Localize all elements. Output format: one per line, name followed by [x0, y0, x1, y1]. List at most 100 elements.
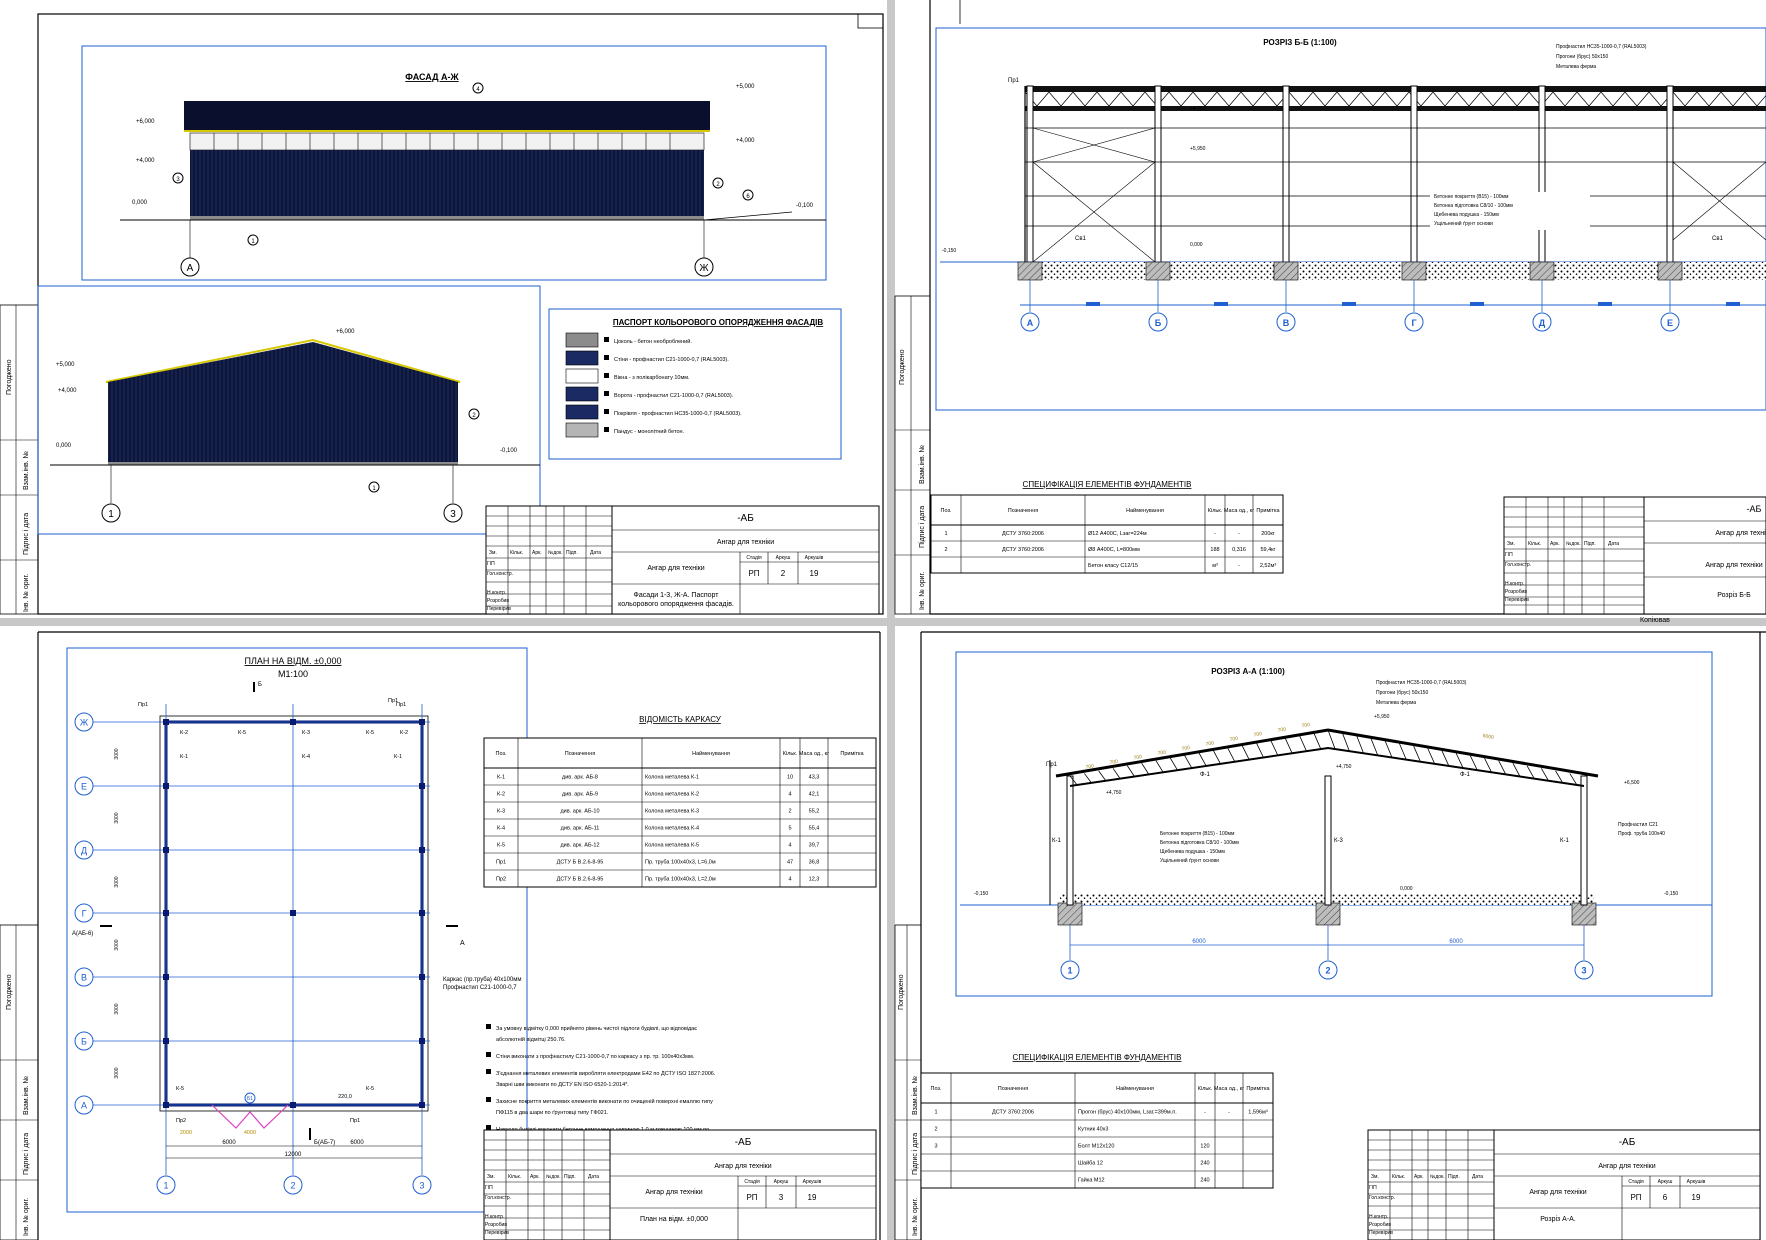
wall-cladding	[190, 150, 704, 216]
color-swatch	[565, 368, 599, 384]
title-block-col: Дата	[590, 550, 601, 556]
table-title: СПЕЦИФІКАЦІЯ ЕЛЕМЕНТІВ ФУНДАМЕНТІВ	[1013, 1053, 1182, 1062]
foundation	[1017, 261, 1043, 281]
bullet	[604, 337, 609, 342]
bullet	[486, 1097, 491, 1102]
column	[1282, 85, 1290, 263]
frame-bom-table: ВІДОМІСТЬ КАРКАСУ Поз. Позначення Найменува…	[483, 715, 877, 888]
stage-header: Стадія	[746, 555, 762, 561]
sheet-section-a-a: Погоджено Взам.інв. № Підпис і дата Інв.…	[894, 626, 1766, 1240]
sheets-header: Аркушів	[805, 555, 824, 561]
title-block-col: №док.	[548, 550, 563, 556]
axis-label: 3	[419, 1181, 424, 1191]
table-cell: Пр. труба 100х40х3, L=2,0м	[645, 877, 716, 883]
foundation	[1145, 261, 1171, 281]
wall-note: Щебенева подушка - 150мм	[1434, 212, 1499, 218]
sheet-plan: Погоджено Взам.інв. № Підпис і дата Інв.…	[0, 626, 887, 1240]
table-cell: 12,3	[809, 877, 820, 883]
table-cell: 3	[934, 1144, 937, 1150]
element-tag: Пр1	[1046, 762, 1058, 768]
frame-note: Профнастил С21-1000-0,7	[443, 985, 517, 991]
title-block-col: Підп.	[566, 550, 578, 556]
table-header: Примітка	[1256, 508, 1280, 514]
frame-note: Каркас (пр.труба) 40х100мм	[443, 977, 522, 983]
section-mark: Б(АБ-7)	[314, 1140, 335, 1146]
title-block-role: ГІП	[1369, 1185, 1377, 1191]
table-cell: див. арк. АБ-8	[562, 775, 598, 781]
table-cell: 42,1	[809, 792, 820, 798]
table-header: Примітка	[840, 751, 864, 757]
building-name: Ангар для техніки	[1705, 561, 1762, 569]
stage: РП	[746, 1193, 757, 1202]
column	[419, 1038, 425, 1044]
axis-label: Д	[1539, 318, 1546, 328]
table-cell: 43,3	[809, 775, 820, 781]
element-tag: Ф-1	[1200, 772, 1211, 778]
axis-label: Ж	[80, 718, 89, 728]
title-block-col: Дата	[588, 1174, 599, 1180]
column	[419, 783, 425, 789]
plan-title: ПЛАН НА ВІДМ. ±0,000	[245, 656, 342, 666]
column	[419, 1102, 425, 1108]
axis-label: А	[1027, 318, 1034, 328]
stamp-inv: Інв. № ориг.	[23, 574, 30, 612]
table-cell: -	[1214, 531, 1216, 537]
object-name: Ангар для техніки	[1715, 529, 1766, 537]
level-tag: +4,750	[1190, 106, 1206, 112]
dimension: 220,0	[338, 1094, 352, 1100]
table-cell: К-1	[497, 775, 505, 781]
title-block-col: Дата	[1472, 1174, 1483, 1180]
note-text: абсолютній відмітці 250.76.	[496, 1036, 566, 1043]
title-block-role: Розробив	[485, 1222, 507, 1228]
foundation	[1401, 261, 1427, 281]
object-name: Ангар для техніки	[1598, 1162, 1655, 1170]
table-cell: Бетон класу С12/15	[1088, 563, 1138, 569]
table-cell: Колона металева К-1	[645, 775, 699, 781]
sheet-number: 3	[779, 1193, 784, 1202]
table-header: Примітка	[1246, 1086, 1270, 1092]
wall-note: Ущільнений ґрунт основи	[1434, 220, 1493, 227]
table-header: Маса од., кг	[1214, 1086, 1244, 1092]
table-cell: 39,7	[809, 843, 820, 849]
title-block: Зм. Кільк. Арк. №док. Підп. Дата ГІП Гол.констр…	[1503, 496, 1766, 615]
table-cell: Колона металева К-3	[645, 809, 699, 815]
table-header: Позначення	[998, 1086, 1028, 1092]
color-swatch	[565, 350, 599, 366]
table-header: Поз.	[941, 508, 952, 514]
building-name: Ангар для техніки	[1529, 1188, 1586, 1196]
sheet-number: 2	[781, 569, 786, 578]
table-header: Кільк.	[1198, 1086, 1213, 1092]
title-block-col: №док.	[1430, 1174, 1445, 1180]
title-block: Зм. Кільк. Арк. №док. Підп. Дата ГІП Гол.констр…	[483, 1129, 877, 1240]
dimension: 12000	[285, 1152, 302, 1158]
column	[163, 974, 169, 980]
column	[419, 847, 425, 853]
level-tag: -0,150	[942, 248, 956, 254]
table-cell: 2,52м³	[1260, 563, 1276, 569]
table-cell: Пр1	[496, 860, 506, 866]
axis-label: В	[81, 973, 87, 983]
passport-item: Ворота - профнастил С21-1000-0,7 (RAL500…	[614, 393, 734, 399]
passport-title: ПАСПОРТ КОЛЬОРОВОГО ОПОРЯДЖЕННЯ ФАСАДІВ	[613, 318, 824, 327]
title-block-role: Перевірив	[1505, 597, 1529, 603]
col-tag: К-2	[400, 730, 408, 736]
dimension: 4000	[244, 1130, 256, 1136]
axis-label: Б	[81, 1037, 87, 1047]
col-tag: Пр1	[388, 698, 398, 704]
stamp-sign: Підпис і дата	[918, 506, 926, 548]
table-cell: 59,4кг	[1260, 547, 1275, 553]
foundation	[1657, 261, 1683, 281]
level-tag: -0,150	[1664, 891, 1678, 897]
dimension: 3000	[114, 748, 120, 759]
title-block-col: Зм.	[1371, 1174, 1379, 1180]
note-text: ПФ115 в два шари по ґрунтовці типу ГФ021…	[496, 1109, 609, 1116]
dimension: 6000	[1449, 939, 1463, 945]
axis-label: Г	[82, 909, 87, 919]
bullet	[486, 1069, 491, 1074]
title-block-col: Зм.	[487, 1174, 495, 1180]
dimension: 6000	[222, 1140, 236, 1146]
axis-1: 1	[108, 509, 114, 520]
title-block-col: Підп.	[564, 1174, 576, 1180]
table-cell: ДСТУ Б В.2.6-8-95	[557, 877, 604, 883]
color-swatch	[565, 386, 599, 402]
